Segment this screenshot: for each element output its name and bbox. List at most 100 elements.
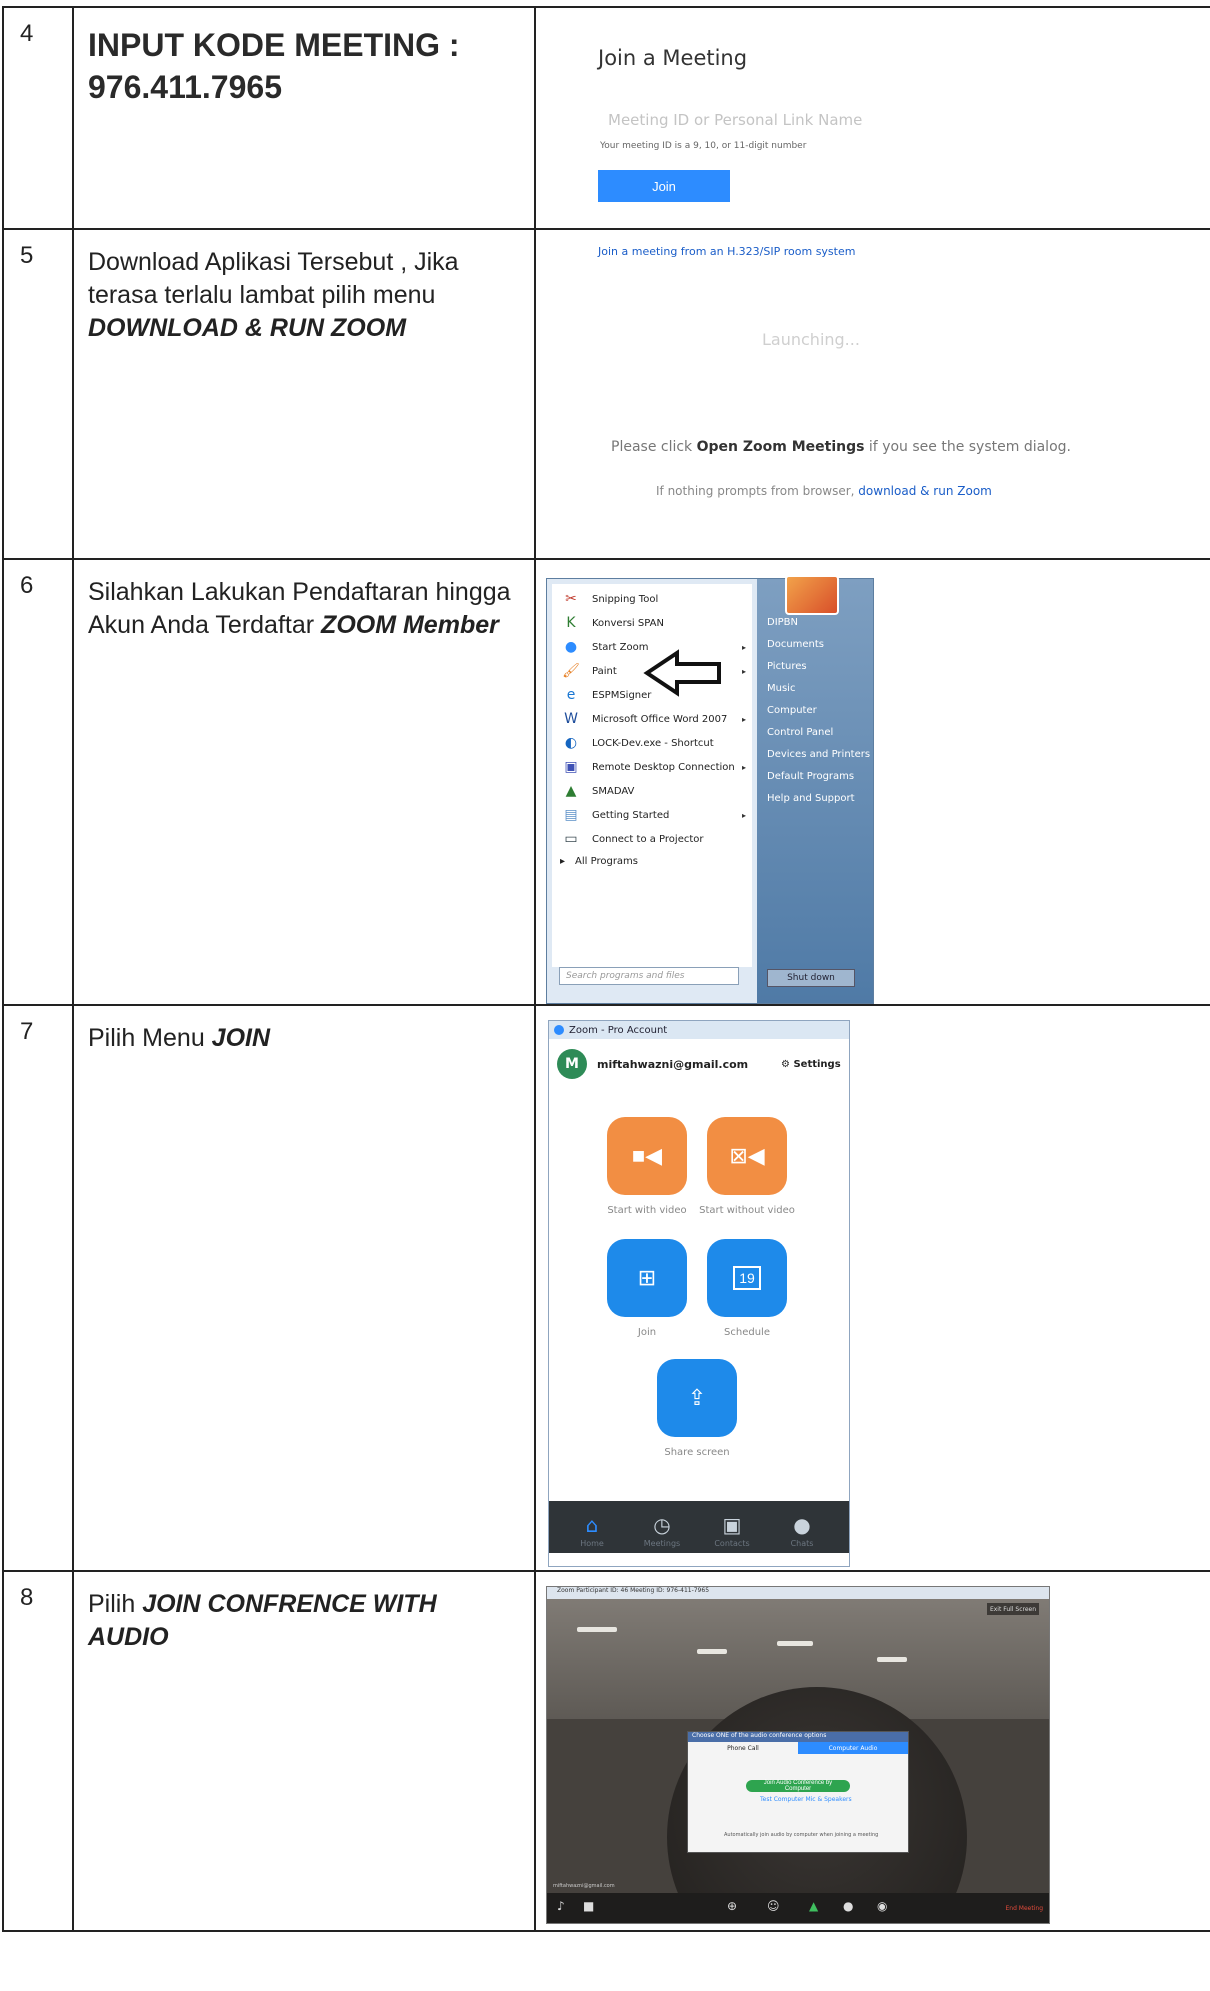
calendar-icon: 19 [733, 1266, 761, 1290]
start-menu-place[interactable]: Help and Support [767, 793, 855, 804]
submenu-arrow-icon: ▸ [741, 810, 746, 820]
chat-icon[interactable]: ● [843, 1899, 853, 1913]
step-description: Download Aplikasi Tersebut , Jika terasa… [72, 228, 536, 560]
launch-message-suffix: if you see the system dialog. [864, 439, 1071, 455]
start-menu-place[interactable]: Music [767, 683, 795, 694]
audio-tabs: Phone Call Computer Audio [688, 1742, 908, 1754]
clock-icon: ◷ [653, 1513, 671, 1537]
screenshot-join-audio: Zoom Participant ID: 46 Meeting ID: 976-… [534, 1570, 1210, 1932]
share-screen-icon: ⇪ [687, 1385, 707, 1410]
expand-arrow-icon: ▸ [560, 855, 566, 867]
ceiling-light [877, 1657, 907, 1662]
start-menu-place[interactable]: Default Programs [767, 771, 854, 782]
auto-join-checkbox[interactable]: Automatically join audio by computer whe… [724, 1832, 878, 1838]
open-zoom-meetings-text: Open Zoom Meetings [696, 439, 865, 455]
word-icon: W [564, 711, 578, 727]
shutdown-button[interactable]: Shut down [767, 969, 855, 987]
e-logo-icon: e [566, 687, 576, 703]
step-description: Pilih JOIN CONFRENCE WITH AUDIO [72, 1570, 536, 1932]
start-menu-item-label: Remote Desktop Connection [592, 761, 735, 773]
video-camera-icon[interactable]: ■ [583, 1899, 594, 1913]
video-off-icon: ⊠◀ [729, 1143, 765, 1168]
schedule-button[interactable]: 19 [707, 1239, 787, 1317]
avatar[interactable]: M [557, 1049, 587, 1079]
invite-icon[interactable]: ⊕ [727, 1899, 737, 1913]
submenu-arrow-icon: ▸ [741, 762, 746, 772]
windows-start-menu: ✂ Snipping Tool K Konversi SPAN ● Start Zoom ▸… [546, 575, 874, 1004]
gear-icon: ⚙ [781, 1059, 794, 1070]
start-menu-item-label: Connect to a Projector [592, 833, 704, 845]
tab-home[interactable]: ⌂ Home [567, 1511, 617, 1548]
start-search-input[interactable]: Search programs and files [559, 967, 739, 985]
schedule-label: Schedule [724, 1327, 770, 1338]
meeting-id-input[interactable]: Meeting ID or Personal Link Name [608, 111, 862, 129]
audio-options-dialog: Choose ONE of the audio conference optio… [687, 1731, 909, 1853]
plus-icon: ⊞ [637, 1265, 657, 1290]
video-camera-icon: ■◀ [631, 1143, 663, 1168]
download-run-zoom-link[interactable]: download & run Zoom [858, 484, 992, 498]
start-menu-item-label: Getting Started [592, 809, 670, 821]
start-menu-place[interactable]: Computer [767, 705, 817, 716]
start-menu-item[interactable]: ◐ LOCK-Dev.exe - Shortcut [560, 732, 750, 754]
start-menu-item[interactable]: ▭ Connect to a Projector [560, 828, 750, 850]
step-row-5: 5 Download Aplikasi Tersebut , Jika tera… [2, 228, 1210, 560]
step-emphasis: DOWNLOAD & RUN ZOOM [88, 314, 407, 342]
launch-fallback: If nothing prompts from browser, downloa… [656, 484, 992, 498]
step-emphasis: ZOOM Member [321, 611, 499, 639]
start-menu-places: DIPBN Documents Pictures Music Computer Contr… [757, 579, 873, 1003]
end-meeting-button[interactable]: End Meeting [1006, 1905, 1044, 1912]
k-logo-icon: K [566, 615, 576, 631]
start-menu-item[interactable]: ▤ Getting Started ▸ [560, 804, 750, 826]
smadav-icon: ▲ [565, 783, 577, 799]
all-programs-item[interactable]: ▸ All Programs [560, 850, 750, 872]
step-number: 8 [2, 1570, 74, 1932]
start-menu-item[interactable]: ▲ SMADAV [560, 780, 750, 802]
share-icon[interactable]: ▲ [809, 1899, 818, 1913]
start-menu-item[interactable]: W Microsoft Office Word 2007 ▸ [560, 708, 750, 730]
exit-fullscreen-button[interactable]: Exit Full Screen [987, 1603, 1039, 1615]
settings-button[interactable]: ⚙ Settings [781, 1059, 841, 1070]
tab-meetings-label: Meetings [643, 1539, 681, 1548]
step-description: INPUT KODE MEETING : 976.411.7965 [72, 6, 536, 230]
step-emphasis: JOIN [211, 1024, 271, 1052]
join-audio-button[interactable]: Join Audio Conference by Computer [746, 1780, 850, 1792]
paint-icon: 🖌 [562, 663, 580, 679]
getting-started-icon: ▤ [564, 807, 578, 823]
start-menu-place[interactable]: Devices and Printers [767, 749, 870, 760]
zoom-window: Zoom - Pro Account M miftahwazni@gmail.c… [548, 1020, 850, 1567]
record-icon[interactable]: ◉ [877, 1899, 887, 1913]
join-button[interactable]: Join [598, 170, 730, 202]
microphone-icon[interactable]: ♪ [557, 1899, 565, 1913]
participants-icon[interactable]: ☺ [767, 1899, 780, 1913]
start-menu-place[interactable]: Documents [767, 639, 824, 650]
steps-table: 4 INPUT KODE MEETING : 976.411.7965 Join… [2, 6, 1210, 1932]
start-menu-item[interactable]: K Konversi SPAN [560, 612, 750, 634]
start-menu-item[interactable]: ✂ Snipping Tool [560, 588, 750, 610]
share-screen-button[interactable]: ⇪ [657, 1359, 737, 1437]
tab-meetings[interactable]: ◷ Meetings [637, 1511, 687, 1548]
share-screen-label: Share screen [664, 1447, 730, 1458]
user-picture [785, 575, 839, 615]
tab-chats[interactable]: ● Chats [777, 1511, 827, 1548]
join-button[interactable]: ⊞ [607, 1239, 687, 1317]
launch-message: Please click Open Zoom Meetings if you s… [611, 439, 1071, 455]
step-row-8: 8 Pilih JOIN CONFRENCE WITH AUDIO Zoom P… [2, 1570, 1210, 1932]
ceiling-light [777, 1641, 813, 1646]
start-without-video-button[interactable]: ⊠◀ [707, 1117, 787, 1195]
start-menu-place[interactable]: Control Panel [767, 727, 833, 738]
tab-phone-call[interactable]: Phone Call [688, 1742, 798, 1754]
all-programs-label: All Programs [575, 855, 639, 867]
start-menu-place[interactable]: DIPBN [767, 617, 798, 628]
tab-computer-audio[interactable]: Computer Audio [798, 1742, 908, 1754]
start-menu-programs: ✂ Snipping Tool K Konversi SPAN ● Start Zoom ▸… [552, 584, 752, 967]
start-menu-item-label: SMADAV [592, 785, 635, 797]
start-menu-place[interactable]: Pictures [767, 661, 807, 672]
start-with-video-button[interactable]: ■◀ [607, 1117, 687, 1195]
meeting-toolbar: ♪ ■ ⊕ ☺ ▲ ● ◉ End Meeting [547, 1893, 1049, 1923]
tab-contacts[interactable]: ▣ Contacts [707, 1511, 757, 1548]
tab-contacts-label: Contacts [714, 1539, 750, 1548]
launch-fallback-text: If nothing prompts from browser, [656, 484, 859, 498]
test-audio-link[interactable]: Test Computer Mic & Speakers [760, 1796, 852, 1803]
start-menu-item[interactable]: ▣ Remote Desktop Connection ▸ [560, 756, 750, 778]
account-header: M miftahwazni@gmail.com [557, 1049, 748, 1079]
